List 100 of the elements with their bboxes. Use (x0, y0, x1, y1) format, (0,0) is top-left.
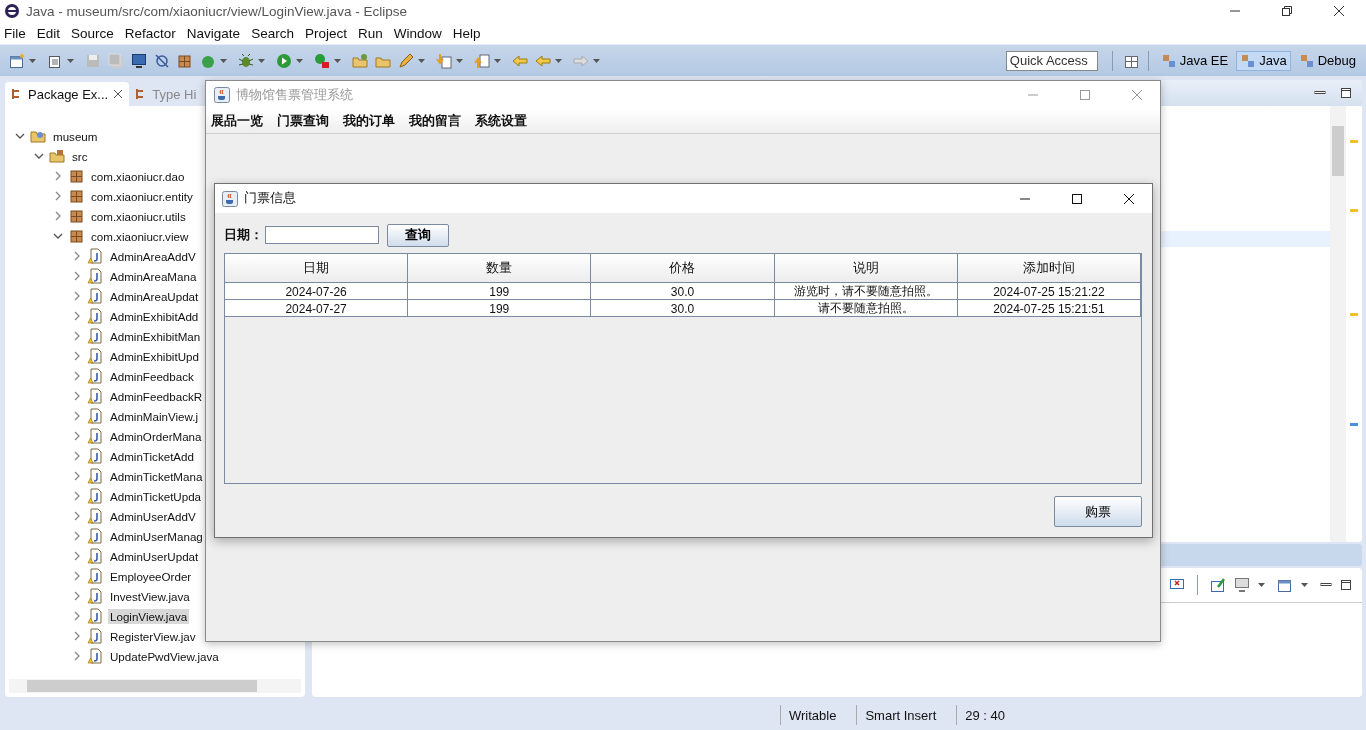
dropdown-caret-icon[interactable] (555, 58, 562, 63)
column-header[interactable]: 日期 (225, 254, 409, 283)
chevron-right-icon[interactable] (72, 471, 82, 481)
tree-item[interactable]: AdminTicketAdd (108, 448, 196, 464)
tree-item[interactable]: com.xiaoniucr.entity (89, 188, 195, 204)
tree-item[interactable]: AdminTicketUpda (108, 488, 204, 504)
tree-item[interactable]: AdminFeedbackR (108, 388, 205, 404)
menu-item[interactable]: Refactor (124, 25, 176, 41)
tree-item[interactable]: AdminUserUpdat (108, 548, 201, 564)
tree-item[interactable]: AdminAreaMana (108, 268, 199, 284)
dropdown-caret-icon[interactable] (593, 58, 600, 63)
monitor-icon[interactable] (131, 52, 147, 69)
monitor-icon[interactable] (1234, 577, 1250, 593)
maximize-icon[interactable] (1340, 579, 1352, 591)
chevron-right-icon[interactable] (72, 551, 82, 561)
restore-icon[interactable] (1281, 5, 1293, 17)
chevron-right-icon[interactable] (72, 311, 82, 321)
tree-item[interactable]: AdminFeedback (108, 368, 196, 384)
tree-item[interactable]: AdminTicketMana (108, 468, 205, 484)
tree-item[interactable]: AdminExhibitUpd (108, 348, 201, 364)
chevron-right-icon[interactable] (72, 371, 82, 381)
close-icon[interactable] (1333, 5, 1345, 17)
pencil-icon[interactable] (398, 52, 414, 69)
package-icon[interactable] (177, 52, 193, 69)
chevron-down-icon[interactable] (15, 131, 25, 141)
chevron-right-icon[interactable] (72, 651, 82, 661)
vertical-scrollbar[interactable] (1330, 106, 1346, 542)
slashed-circle-icon[interactable] (154, 52, 170, 69)
menu-item[interactable]: 展品一览 (211, 112, 263, 130)
quick-access-field[interactable]: Quick Access (1005, 50, 1098, 71)
perspective-button[interactable]: Debug (1294, 50, 1360, 71)
chevron-right-icon[interactable] (72, 411, 82, 421)
menu-item[interactable]: File (4, 25, 26, 41)
horizontal-scrollbar[interactable] (9, 679, 301, 693)
dropdown-caret-icon[interactable] (258, 58, 265, 63)
chevron-right-icon[interactable] (72, 611, 82, 621)
tree-item[interactable]: src (70, 148, 90, 164)
new-window-icon[interactable] (9, 52, 25, 69)
tree-item[interactable]: InvestView.java (108, 588, 192, 604)
tree-item[interactable]: AdminExhibitAdd (108, 308, 201, 324)
menu-item[interactable]: Window (393, 25, 442, 41)
tree-item[interactable]: com.xiaoniucr.view (89, 228, 191, 244)
tree-item[interactable]: AdminMainView.j (108, 408, 201, 424)
chevron-right-icon[interactable] (72, 451, 82, 461)
close-icon[interactable] (1123, 192, 1135, 205)
dropdown-caret-icon[interactable] (494, 58, 501, 63)
date-field[interactable] (265, 226, 379, 244)
chevron-right-icon[interactable] (72, 391, 82, 401)
chevron-down-icon[interactable] (53, 231, 63, 241)
query-button[interactable]: 查询 (387, 223, 449, 247)
menu-item[interactable]: Source (71, 25, 114, 41)
dropdown-caret-icon[interactable] (334, 58, 341, 63)
column-header[interactable]: 添加时间 (957, 254, 1141, 283)
maximize-icon[interactable] (1340, 87, 1352, 99)
chevron-right-icon[interactable] (72, 631, 82, 641)
chevron-right-icon[interactable] (72, 531, 82, 541)
folder-icon[interactable] (352, 52, 368, 69)
dropdown-caret-icon[interactable] (1301, 583, 1308, 587)
tree-item[interactable]: AdminAreaUpdat (108, 288, 201, 304)
dropdown-caret-icon[interactable] (418, 58, 425, 63)
tree-item[interactable]: com.xiaoniucr.utils (89, 208, 188, 224)
dropdown-caret-icon[interactable] (456, 58, 463, 63)
chevron-right-icon[interactable] (53, 211, 63, 221)
menu-item[interactable]: Project (304, 25, 347, 41)
chevron-right-icon[interactable] (72, 291, 82, 301)
dropdown-caret-icon[interactable] (29, 58, 36, 63)
chevron-right-icon[interactable] (72, 351, 82, 361)
tree-item[interactable]: com.xiaoniucr.dao (89, 168, 187, 184)
tree-item[interactable]: AdminUserManag (108, 528, 205, 544)
perspective-button[interactable]: Java (1236, 50, 1291, 71)
chevron-right-icon[interactable] (53, 191, 63, 201)
play-icon[interactable] (276, 52, 292, 69)
tree-item[interactable]: museum (51, 128, 100, 144)
chevron-right-icon[interactable] (72, 591, 82, 601)
arrow-up-icon[interactable] (474, 52, 490, 69)
maximize-icon[interactable] (1071, 192, 1083, 205)
menu-item[interactable]: 系统设置 (475, 112, 527, 130)
menu-item[interactable]: Search (251, 25, 294, 41)
close-icon[interactable] (113, 89, 124, 99)
chevron-right-icon[interactable] (72, 431, 82, 441)
view-tab[interactable]: Package Ex... (5, 82, 130, 106)
dropdown-caret-icon[interactable] (1258, 583, 1265, 587)
bug-icon[interactable] (238, 52, 254, 69)
chevron-right-icon[interactable] (53, 171, 63, 181)
menu-item[interactable]: 门票查询 (277, 112, 329, 130)
run-tool-icon[interactable] (314, 52, 330, 69)
column-header[interactable]: 说明 (774, 254, 958, 283)
tree-item[interactable]: UpdatePwdView.java (108, 648, 221, 664)
arrow-down-icon[interactable] (436, 52, 452, 69)
chevron-right-icon[interactable] (72, 271, 82, 281)
dropdown-caret-icon[interactable] (220, 58, 227, 63)
tree-item[interactable]: AdminAreaAddV (108, 248, 198, 264)
tree-item[interactable]: LoginView.java (108, 608, 190, 624)
arrow-left-icon[interactable] (535, 52, 551, 69)
new-window-icon[interactable] (1277, 577, 1293, 593)
dropdown-caret-icon[interactable] (67, 58, 74, 63)
menu-item[interactable]: Help (452, 25, 481, 41)
menu-item[interactable]: Run (357, 25, 383, 41)
chevron-right-icon[interactable] (72, 251, 82, 261)
chevron-down-icon[interactable] (34, 151, 44, 161)
